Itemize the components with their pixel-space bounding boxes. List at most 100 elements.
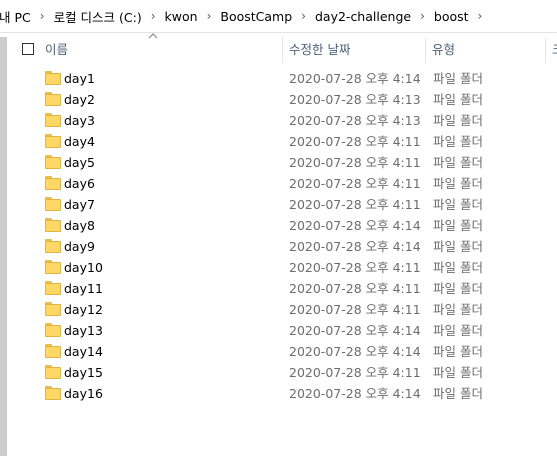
item-name: day10 (64, 260, 103, 275)
folder-icon (45, 155, 61, 169)
item-date: 2020-07-28 오후 4:11 (289, 260, 421, 275)
item-type: 파일 폴더 (433, 71, 483, 86)
breadcrumb-item-boostcamp[interactable]: BoostCamp (218, 9, 294, 24)
folder-icon (45, 134, 61, 148)
folder-icon (45, 113, 61, 127)
item-date: 2020-07-28 오후 4:13 (289, 113, 421, 128)
sort-ascending-icon (148, 33, 158, 39)
folder-icon (45, 344, 61, 358)
column-header-row: 이름 수정한 날짜 유형 크 (7, 37, 557, 63)
item-type: 파일 폴더 (433, 323, 483, 338)
column-header-name-label: 이름 (45, 42, 69, 57)
list-item[interactable]: day11 2020-07-28 오후 4:11 파일 폴더 (7, 278, 547, 299)
folder-icon (45, 323, 61, 337)
item-name: day5 (64, 155, 95, 170)
breadcrumb-separator[interactable]: › (33, 9, 52, 23)
column-header-size-label: 크 (552, 42, 557, 57)
item-name: day3 (64, 113, 95, 128)
item-type: 파일 폴더 (433, 365, 483, 380)
item-date: 2020-07-28 오후 4:14 (289, 323, 421, 338)
list-item[interactable]: day1 2020-07-28 오후 4:14 파일 폴더 (7, 68, 547, 89)
item-type: 파일 폴더 (433, 344, 483, 359)
list-item[interactable]: day15 2020-07-28 오후 4:11 파일 폴더 (7, 362, 547, 383)
file-list: day1 2020-07-28 오후 4:14 파일 폴더 day2 2020-… (7, 68, 557, 404)
list-item[interactable]: day5 2020-07-28 오후 4:11 파일 폴더 (7, 152, 547, 173)
item-date: 2020-07-28 오후 4:11 (289, 155, 421, 170)
list-item[interactable]: day13 2020-07-28 오후 4:14 파일 폴더 (7, 320, 547, 341)
breadcrumb-item-this-pc[interactable]: 내 PC (0, 7, 33, 26)
breadcrumb-separator[interactable]: › (200, 9, 219, 23)
navigation-pane-edge[interactable] (0, 37, 7, 456)
list-item[interactable]: day12 2020-07-28 오후 4:11 파일 폴더 (7, 299, 547, 320)
item-name: day14 (64, 344, 103, 359)
folder-icon (45, 239, 61, 253)
item-date: 2020-07-28 오후 4:14 (289, 218, 421, 233)
breadcrumb-separator[interactable]: › (144, 9, 163, 23)
item-name: day15 (64, 365, 103, 380)
list-item[interactable]: day3 2020-07-28 오후 4:13 파일 폴더 (7, 110, 547, 131)
item-name: day9 (64, 239, 95, 254)
item-type: 파일 폴더 (433, 197, 483, 212)
list-item[interactable]: day14 2020-07-28 오후 4:14 파일 폴더 (7, 341, 547, 362)
folder-icon (45, 281, 61, 295)
item-name: day16 (64, 386, 103, 401)
list-item[interactable]: day2 2020-07-28 오후 4:13 파일 폴더 (7, 89, 547, 110)
item-name: day6 (64, 176, 95, 191)
list-item[interactable]: day7 2020-07-28 오후 4:11 파일 폴더 (7, 194, 547, 215)
item-type: 파일 폴더 (433, 218, 483, 233)
column-header-name[interactable]: 이름 (21, 37, 283, 63)
item-type: 파일 폴더 (433, 302, 483, 317)
folder-icon (45, 92, 61, 106)
breadcrumb: 내 PC › 로컬 디스크 (C:) › kwon › BoostCamp › … (0, 0, 557, 33)
column-header-date[interactable]: 수정한 날짜 (283, 37, 426, 63)
column-header-size[interactable]: 크 (546, 37, 557, 63)
column-header-date-label: 수정한 날짜 (289, 42, 351, 57)
item-date: 2020-07-28 오후 4:14 (289, 386, 421, 401)
item-type: 파일 폴더 (433, 134, 483, 149)
item-type: 파일 폴더 (433, 239, 483, 254)
breadcrumb-item-boost[interactable]: boost (432, 9, 471, 24)
folder-icon (45, 302, 61, 316)
item-type: 파일 폴더 (433, 260, 483, 275)
folder-icon (45, 197, 61, 211)
list-item[interactable]: day10 2020-07-28 오후 4:11 파일 폴더 (7, 257, 547, 278)
item-name: day11 (64, 281, 103, 296)
list-item[interactable]: day16 2020-07-28 오후 4:14 파일 폴더 (7, 383, 547, 404)
column-header-type-label: 유형 (432, 42, 456, 57)
breadcrumb-item-local-disk[interactable]: 로컬 디스크 (C:) (52, 7, 144, 26)
item-name: day12 (64, 302, 103, 317)
breadcrumb-item-day2-challenge[interactable]: day2-challenge (313, 9, 413, 24)
breadcrumb-item-kwon[interactable]: kwon (163, 9, 200, 24)
folder-icon (45, 260, 61, 274)
folder-icon (45, 386, 61, 400)
item-name: day13 (64, 323, 103, 338)
select-all-checkbox[interactable] (22, 43, 34, 55)
list-item[interactable]: day4 2020-07-28 오후 4:11 파일 폴더 (7, 131, 547, 152)
list-item[interactable]: day8 2020-07-28 오후 4:14 파일 폴더 (7, 215, 547, 236)
breadcrumb-separator[interactable]: › (413, 9, 432, 23)
list-item[interactable]: day9 2020-07-28 오후 4:14 파일 폴더 (7, 236, 547, 257)
item-date: 2020-07-28 오후 4:11 (289, 197, 421, 212)
item-date: 2020-07-28 오후 4:14 (289, 344, 421, 359)
breadcrumb-separator[interactable]: › (294, 9, 313, 23)
item-type: 파일 폴더 (433, 113, 483, 128)
item-type: 파일 폴더 (433, 92, 483, 107)
item-type: 파일 폴더 (433, 281, 483, 296)
item-date: 2020-07-28 오후 4:14 (289, 71, 421, 86)
folder-icon (45, 176, 61, 190)
item-name: day1 (64, 71, 95, 86)
item-name: day7 (64, 197, 95, 212)
item-type: 파일 폴더 (433, 386, 483, 401)
item-date: 2020-07-28 오후 4:11 (289, 176, 421, 191)
item-date: 2020-07-28 오후 4:13 (289, 92, 421, 107)
item-name: day4 (64, 134, 95, 149)
item-type: 파일 폴더 (433, 155, 483, 170)
item-date: 2020-07-28 오후 4:11 (289, 302, 421, 317)
folder-icon (45, 218, 61, 232)
list-item[interactable]: day6 2020-07-28 오후 4:11 파일 폴더 (7, 173, 547, 194)
item-type: 파일 폴더 (433, 176, 483, 191)
folder-icon (45, 365, 61, 379)
column-header-type[interactable]: 유형 (426, 37, 546, 63)
breadcrumb-separator[interactable]: › (471, 9, 490, 23)
item-date: 2020-07-28 오후 4:14 (289, 239, 421, 254)
